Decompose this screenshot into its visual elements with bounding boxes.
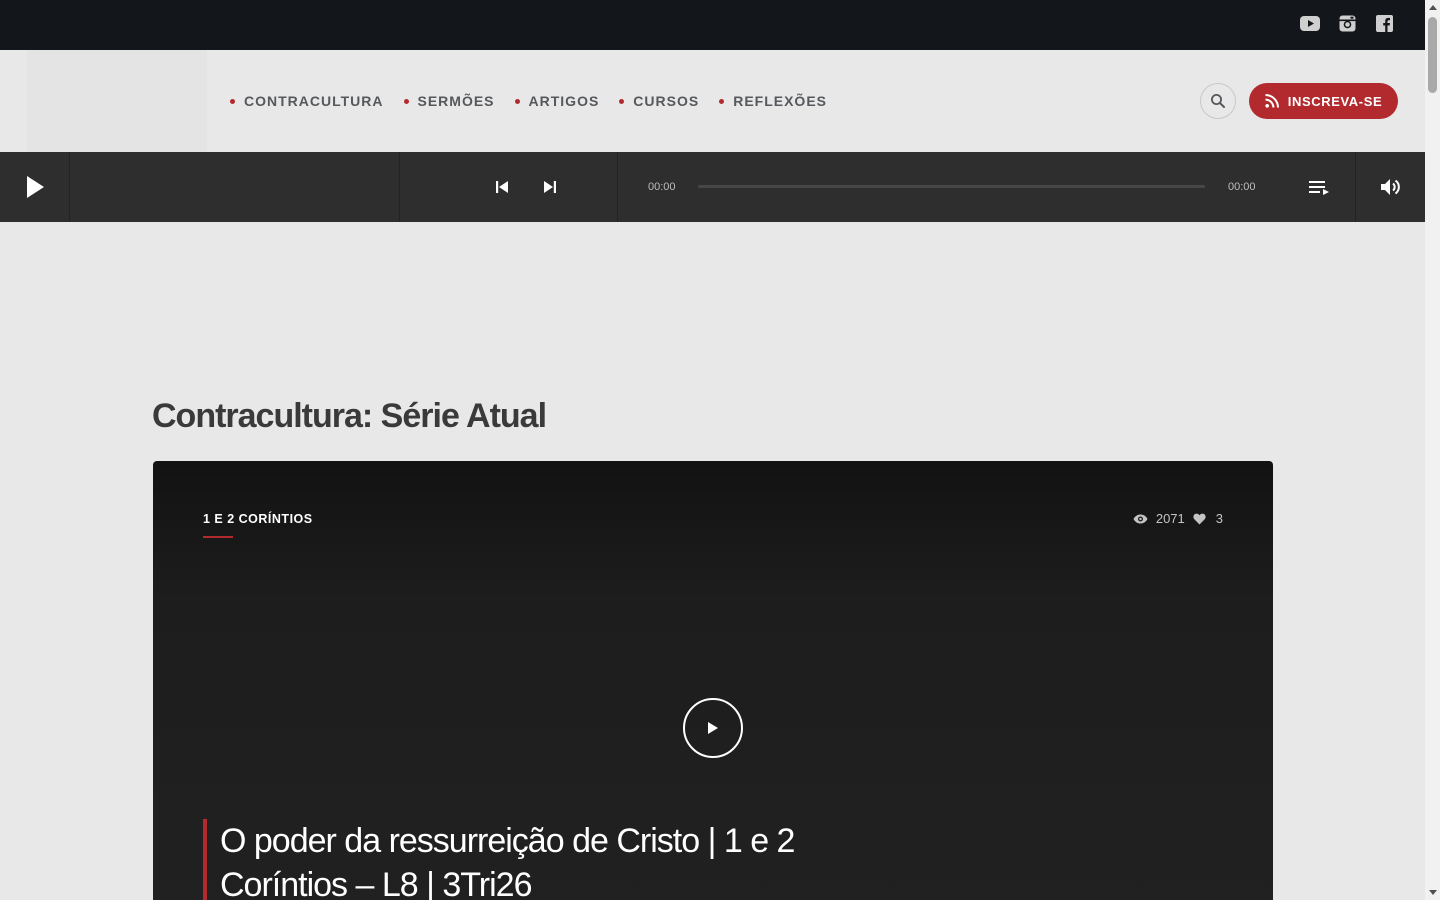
nav-bullet bbox=[230, 98, 235, 104]
episode-play-button[interactable] bbox=[683, 698, 743, 758]
player-current-time: 00:00 bbox=[648, 181, 676, 193]
scrollbar-thumb[interactable] bbox=[1428, 17, 1437, 93]
view-count: 2071 bbox=[1155, 511, 1185, 526]
nav-item-sermoes[interactable]: SERMÕES bbox=[403, 93, 495, 109]
subscribe-button[interactable]: INSCREVA-SE bbox=[1249, 83, 1398, 119]
site-header: CONTRACULTURA SERMÕES ARTIGOS CURSOS REF… bbox=[0, 50, 1425, 152]
page-scrollbar[interactable] bbox=[1425, 0, 1440, 900]
search-button[interactable] bbox=[1200, 83, 1236, 119]
play-icon bbox=[26, 176, 44, 198]
play-icon bbox=[708, 722, 718, 734]
skip-previous-icon bbox=[496, 181, 508, 193]
like-count: 3 bbox=[1215, 511, 1223, 526]
episode-stats: 2071 3 bbox=[1133, 511, 1223, 526]
episode-category-link[interactable]: 1 E 2 CORÍNTIOS bbox=[203, 512, 313, 526]
volume-button[interactable] bbox=[1355, 152, 1425, 222]
nav-bullet bbox=[403, 98, 409, 104]
top-bar bbox=[0, 0, 1425, 50]
search-icon bbox=[1211, 94, 1225, 108]
nav-item-cursos[interactable]: CURSOS bbox=[619, 93, 699, 109]
player-controls bbox=[400, 152, 618, 222]
category-underline bbox=[203, 536, 233, 538]
main-nav: CONTRACULTURA SERMÕES ARTIGOS CURSOS REF… bbox=[230, 50, 847, 152]
player-progress-bar[interactable] bbox=[698, 185, 1205, 188]
featured-episode-card: 1 E 2 CORÍNTIOS 2071 3 O poder da ressur… bbox=[153, 461, 1273, 900]
volume-icon bbox=[1380, 179, 1400, 195]
nav-item-label: REFLEXÕES bbox=[733, 93, 827, 109]
nav-bullet bbox=[514, 98, 520, 104]
nav-item-label: ARTIGOS bbox=[528, 93, 600, 109]
player-play-button[interactable] bbox=[0, 152, 70, 222]
instagram-icon[interactable] bbox=[1336, 12, 1358, 34]
episode-title: O poder da ressurreição de Cristo | 1 e … bbox=[203, 819, 823, 900]
playlist-button[interactable] bbox=[1306, 176, 1332, 198]
subscribe-button-label: INSCREVA-SE bbox=[1287, 93, 1383, 109]
skip-next-icon bbox=[544, 181, 556, 193]
nav-item-artigos[interactable]: ARTIGOS bbox=[514, 93, 600, 109]
nav-item-label: SERMÕES bbox=[417, 93, 495, 109]
site-logo[interactable] bbox=[27, 50, 207, 152]
scroll-up-arrow-icon[interactable] bbox=[1425, 0, 1440, 15]
youtube-icon[interactable] bbox=[1299, 12, 1321, 34]
nav-item-reflexoes[interactable]: REFLEXÕES bbox=[719, 93, 827, 109]
nav-item-contracultura[interactable]: CONTRACULTURA bbox=[230, 93, 384, 109]
scroll-down-arrow-icon[interactable] bbox=[1425, 885, 1440, 900]
nav-item-label: CONTRACULTURA bbox=[244, 93, 384, 109]
audio-player: 00:00 00:00 bbox=[0, 152, 1425, 222]
next-track-button[interactable] bbox=[540, 177, 560, 197]
previous-track-button[interactable] bbox=[492, 177, 512, 197]
section-title: Contracultura: Série Atual bbox=[152, 397, 547, 435]
nav-bullet bbox=[719, 98, 725, 104]
rss-icon bbox=[1265, 94, 1279, 108]
nav-bullet bbox=[619, 98, 625, 104]
eye-icon bbox=[1133, 514, 1148, 523]
episode-title-link[interactable]: O poder da ressurreição de Cristo | 1 e … bbox=[220, 822, 795, 900]
nav-item-label: CURSOS bbox=[633, 93, 700, 109]
player-duration: 00:00 bbox=[1228, 181, 1256, 193]
facebook-icon[interactable] bbox=[1373, 12, 1395, 34]
player-track-info bbox=[70, 152, 400, 222]
playlist-icon bbox=[1309, 181, 1329, 195]
heart-icon[interactable] bbox=[1193, 513, 1206, 525]
